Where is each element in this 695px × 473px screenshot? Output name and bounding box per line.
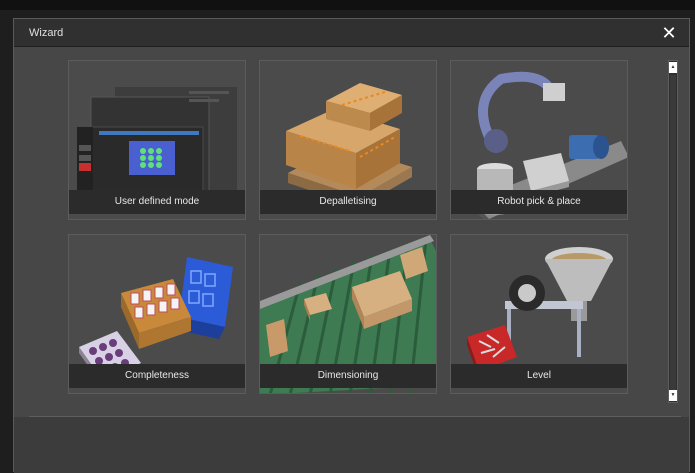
tile-dimensioning[interactable]: Dimensioning bbox=[259, 234, 437, 394]
close-icon[interactable]: ✕ bbox=[659, 22, 679, 44]
tile-label: Completeness bbox=[69, 364, 245, 388]
tile-robot-pick-place[interactable]: Robot pick & place bbox=[450, 60, 628, 220]
tile-label: Robot pick & place bbox=[451, 190, 627, 214]
scroll-down-arrow[interactable]: ▼ bbox=[669, 390, 677, 401]
tile-completeness[interactable]: Completeness bbox=[68, 234, 246, 394]
title-bar: Wizard ✕ bbox=[14, 19, 689, 47]
scroll-up-arrow[interactable]: ▲ bbox=[669, 62, 677, 73]
dialog-title: Wizard bbox=[29, 27, 64, 39]
tile-label: Depalletising bbox=[260, 190, 436, 214]
scrollbar-thumb[interactable] bbox=[670, 75, 676, 391]
tile-label: Dimensioning bbox=[260, 364, 436, 388]
dialog-footer bbox=[14, 417, 689, 473]
tile-label: User defined mode bbox=[69, 190, 245, 214]
tile-depalletising[interactable]: Depalletising bbox=[259, 60, 437, 220]
tile-label: Level bbox=[451, 364, 627, 388]
tile-user-defined-mode[interactable]: User defined mode bbox=[68, 60, 246, 220]
tile-level[interactable]: Level bbox=[450, 234, 628, 394]
vertical-scrollbar[interactable]: ▲ ▼ bbox=[668, 60, 678, 403]
wizard-dialog: Wizard ✕ User defined mode Depalletising… bbox=[13, 18, 690, 473]
background-strip bbox=[0, 0, 695, 10]
